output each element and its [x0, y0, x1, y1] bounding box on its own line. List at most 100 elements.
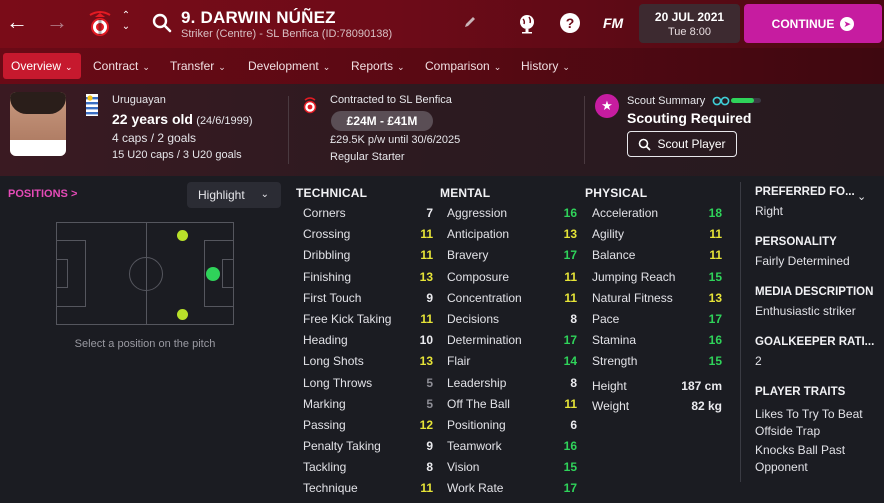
mental-attributes: Aggression 16 Anticipation 13 Bravery 17 Compo…: [447, 203, 577, 500]
attribute-row[interactable]: Finishing 13: [303, 267, 433, 288]
attribute-value: 16: [563, 206, 577, 220]
chevron-down-icon: ⌄: [322, 62, 331, 72]
u20-caps: 15 U20 caps / 3 U20 goals: [112, 149, 242, 161]
tab-contract[interactable]: Contract ⌄: [85, 53, 158, 79]
attribute-value: 5: [426, 396, 433, 411]
attribute-row[interactable]: Flair 14: [447, 351, 577, 372]
attribute-value: 8: [570, 311, 577, 326]
attribute-row[interactable]: Passing 12: [303, 415, 433, 436]
tab-comparison[interactable]: Comparison ⌄: [417, 53, 509, 79]
position-dot-st[interactable]: [206, 267, 220, 281]
attribute-row[interactable]: Leadership 8: [447, 373, 577, 394]
attribute-row[interactable]: Tackling 8: [303, 457, 433, 478]
pitch[interactable]: [56, 222, 234, 325]
value-range-pill[interactable]: £24M - £41M: [331, 111, 433, 131]
attribute-row[interactable]: Teamwork 16: [447, 436, 577, 457]
contract-club: Contracted to SL Benfica: [330, 94, 452, 106]
attribute-row[interactable]: Natural Fitness 13: [592, 288, 722, 309]
attribute-row[interactable]: Work Rate 17: [447, 478, 577, 499]
back-arrow-icon[interactable]: ←: [6, 10, 28, 34]
attribute-row[interactable]: Off The Ball 11: [447, 394, 577, 415]
date-box[interactable]: 20 JUL 2021 Tue 8:00: [639, 4, 740, 43]
tab-overview-label: Overview: [11, 59, 62, 73]
tab-history-label: History: [521, 59, 559, 73]
search-icon[interactable]: [152, 13, 172, 33]
attribute-name: Dribbling: [303, 248, 351, 263]
attribute-row[interactable]: Determination 17: [447, 330, 577, 351]
attribute-row[interactable]: Marking 5: [303, 394, 433, 415]
scout-player-button[interactable]: Scout Player: [627, 131, 737, 157]
attribute-row[interactable]: Pace 17: [592, 309, 722, 330]
tab-reports[interactable]: Reports ⌄: [343, 53, 413, 79]
attribute-row[interactable]: Positioning 6: [447, 415, 577, 436]
attribute-value: 5: [426, 375, 433, 390]
attribute-row[interactable]: Free Kick Taking 11: [303, 309, 433, 330]
highlight-dropdown[interactable]: Highlight ⌄: [187, 182, 281, 208]
continue-label: CONTINUE: [771, 16, 835, 31]
player-traits-title: PLAYER TRAITS: [755, 386, 846, 398]
chevron-right-icon: ➤: [840, 16, 855, 31]
attribute-row[interactable]: Corners 7: [303, 203, 433, 224]
date-of-birth: (24/6/1999): [196, 115, 253, 127]
chevron-down-icon[interactable]: ⌄: [857, 190, 866, 203]
forward-arrow-icon[interactable]: →: [46, 10, 68, 34]
attribute-row[interactable]: Balance 11: [592, 245, 722, 266]
attribute-row[interactable]: Dribbling 11: [303, 245, 433, 266]
tab-overview[interactable]: Overview ⌄: [3, 53, 81, 79]
scout-summary-label: Scout Summary: [627, 95, 706, 107]
player-avatar[interactable]: [10, 92, 66, 156]
help-icon[interactable]: ?: [560, 13, 580, 33]
attribute-row[interactable]: Long Shots 13: [303, 351, 433, 372]
attribute-row[interactable]: Strength 15: [592, 351, 722, 372]
tab-development[interactable]: Development ⌄: [240, 53, 338, 79]
continue-button[interactable]: CONTINUE ➤: [744, 4, 882, 43]
up-down-chevron-icon[interactable]: ⌃ ⌄: [120, 10, 132, 32]
attribute-row[interactable]: Jumping Reach 15: [592, 267, 722, 288]
current-date: 20 JUL 2021: [654, 10, 725, 24]
attribute-row[interactable]: Long Throws 5: [303, 373, 433, 394]
tab-history[interactable]: History ⌄: [513, 53, 578, 79]
attribute-row[interactable]: Technique 11: [303, 478, 433, 499]
attribute-row[interactable]: Aggression 16: [447, 203, 577, 224]
mental-title: MENTAL: [440, 186, 491, 200]
attribute-row[interactable]: Stamina 16: [592, 330, 722, 351]
chevron-down-icon: ⌄: [260, 189, 269, 200]
fm-logo[interactable]: FM: [603, 15, 623, 31]
media-description: Enthusiastic striker: [755, 304, 856, 318]
attribute-row[interactable]: Agility 11: [592, 224, 722, 245]
six-yard-box-right: [222, 259, 234, 288]
world-icon[interactable]: [516, 12, 538, 34]
attribute-row[interactable]: Concentration 11: [447, 288, 577, 309]
attribute-row[interactable]: Bravery 17: [447, 245, 577, 266]
attribute-row[interactable]: Vision 15: [447, 457, 577, 478]
attribute-value: 16: [563, 439, 577, 454]
attribute-row[interactable]: Penalty Taking 9: [303, 436, 433, 457]
nationality: Uruguayan: [112, 94, 166, 106]
tab-comparison-label: Comparison: [425, 59, 490, 73]
attribute-row[interactable]: Composure 11: [447, 267, 577, 288]
height-value: 187 cm: [681, 379, 722, 393]
attribute-name: Jumping Reach: [592, 269, 676, 284]
club-crest-icon[interactable]: [86, 9, 114, 39]
tab-transfer[interactable]: Transfer ⌄: [162, 53, 234, 79]
attribute-row[interactable]: Acceleration 18: [592, 203, 722, 224]
attribute-value: 6: [570, 417, 577, 432]
avatar-hair: [10, 92, 66, 114]
player-trait[interactable]: Knocks Ball Past Opponent: [755, 442, 879, 475]
preferred-foot: Right: [755, 204, 784, 218]
attribute-row[interactable]: Crossing 11: [303, 224, 433, 245]
pencil-icon[interactable]: [463, 15, 477, 29]
attribute-value: 9: [426, 290, 433, 305]
attribute-value: 13: [419, 354, 433, 369]
attribute-row[interactable]: Decisions 8: [447, 309, 577, 330]
attribute-row[interactable]: First Touch 9: [303, 288, 433, 309]
attribute-name: Finishing: [303, 269, 352, 284]
attribute-value: 9: [426, 439, 433, 454]
attribute-value: 17: [563, 248, 577, 263]
player-trait[interactable]: Likes To Try To Beat Offside Trap: [755, 406, 879, 439]
position-dot-amr[interactable]: [177, 309, 188, 320]
position-dot-aml[interactable]: [177, 230, 188, 241]
positions-title[interactable]: POSITIONS >: [8, 188, 77, 200]
attribute-row[interactable]: Anticipation 13: [447, 224, 577, 245]
attribute-row[interactable]: Heading 10: [303, 330, 433, 351]
